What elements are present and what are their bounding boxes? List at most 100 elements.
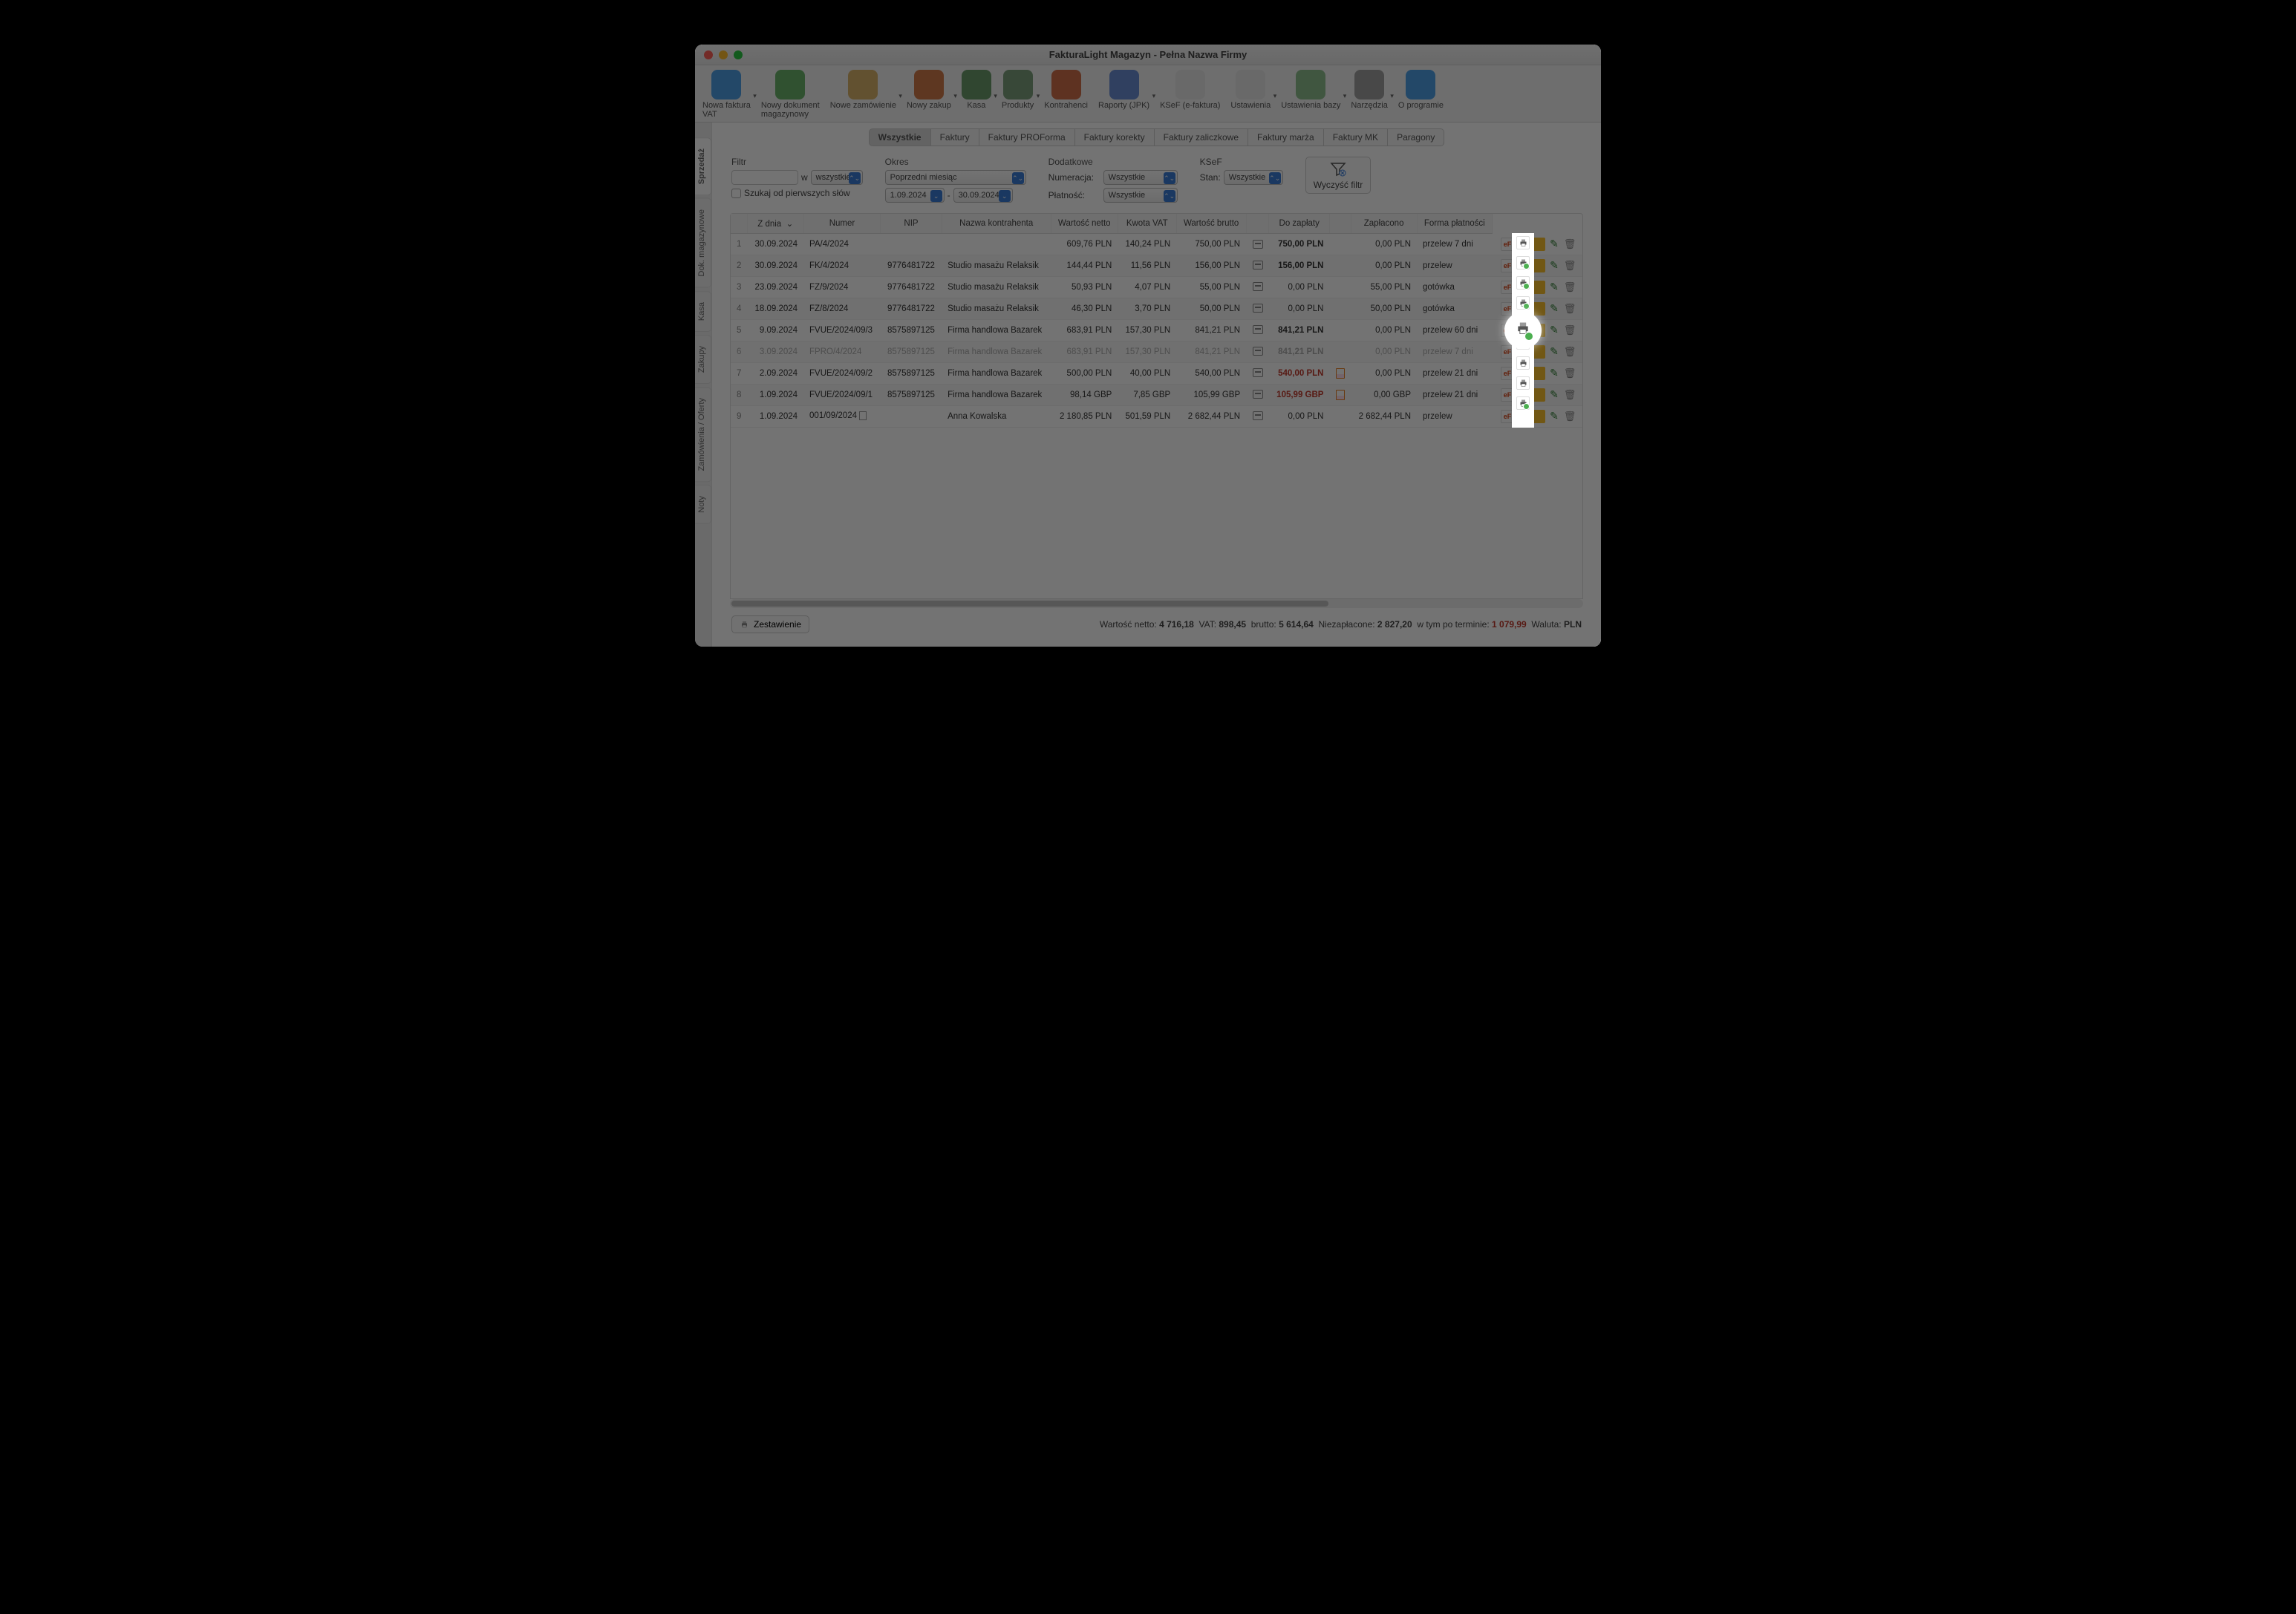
- toolbar-ksef-e-faktura-[interactable]: KSeF (e-faktura): [1160, 70, 1220, 119]
- subtab-wszystkie[interactable]: Wszystkie: [869, 128, 931, 146]
- print-action-icon[interactable]: [1516, 367, 1530, 380]
- col-header[interactable]: Z dnia ⌄: [747, 214, 803, 234]
- ksef-action-icon[interactable]: eF: [1501, 281, 1514, 294]
- subtab-faktury-zaliczkowe[interactable]: Faktury zaliczkowe: [1155, 128, 1248, 146]
- edit-action-icon[interactable]: ✎: [1547, 281, 1561, 294]
- copy-action-icon[interactable]: [1532, 367, 1545, 380]
- numbering-select[interactable]: Wszystkie⌃⌄: [1103, 170, 1178, 185]
- table-row[interactable]: 230.09.2024FK/4/20249776481722Studio mas…: [731, 255, 1582, 276]
- toolbar-nowe-zam-wienie[interactable]: Nowe zamówienie▾: [830, 70, 896, 119]
- payment-icon[interactable]: [1253, 390, 1263, 399]
- print-action-icon[interactable]: [1516, 345, 1530, 359]
- toolbar-nowa-faktura-vat[interactable]: Nowa fakturaVAT▾: [702, 70, 751, 119]
- sidetab-dok-magazynowe[interactable]: Dok. magazynowe: [695, 198, 711, 288]
- ksef-action-icon[interactable]: eF: [1501, 238, 1514, 251]
- col-header[interactable]: Wartość brutto: [1176, 214, 1246, 234]
- delete-action-icon[interactable]: 🗑: [1563, 259, 1576, 272]
- col-header[interactable]: NIP: [881, 214, 942, 234]
- ksef-action-icon[interactable]: eF: [1501, 324, 1514, 337]
- toolbar-kontrahenci[interactable]: Kontrahenci: [1044, 70, 1088, 119]
- subtab-faktury-korekty[interactable]: Faktury korekty: [1075, 128, 1155, 146]
- toolbar-nowy-dokument-magazynowy[interactable]: Nowy dokumentmagazynowy: [761, 70, 820, 119]
- col-header[interactable]: Zapłacono: [1351, 214, 1417, 234]
- payment-icon[interactable]: [1253, 261, 1263, 269]
- sidetab-noty[interactable]: Noty: [695, 485, 711, 524]
- delete-action-icon[interactable]: 🗑: [1563, 302, 1576, 316]
- ksef-action-icon[interactable]: eF: [1501, 410, 1514, 423]
- ksef-action-icon[interactable]: eF: [1501, 345, 1514, 359]
- payment-icon[interactable]: [1253, 347, 1263, 356]
- copy-action-icon[interactable]: [1532, 345, 1545, 359]
- sidetab-kasa[interactable]: Kasa: [695, 291, 711, 332]
- table-row[interactable]: 418.09.2024FZ/8/20249776481722Studio mas…: [731, 298, 1582, 319]
- delete-action-icon[interactable]: 🗑: [1563, 345, 1576, 359]
- toolbar-kasa[interactable]: Kasa▾: [962, 70, 991, 119]
- table-row[interactable]: 72.09.2024FVUE/2024/09/28575897125Firma …: [731, 362, 1582, 384]
- filter-text-input[interactable]: [731, 170, 798, 185]
- col-header[interactable]: [1246, 214, 1269, 234]
- table-row[interactable]: 323.09.2024FZ/9/20249776481722Studio mas…: [731, 276, 1582, 298]
- ksef-action-icon[interactable]: eF: [1501, 388, 1514, 402]
- col-header[interactable]: [1329, 214, 1351, 234]
- col-header[interactable]: Do zapłaty: [1269, 214, 1330, 234]
- print-action-icon[interactable]: [1516, 324, 1530, 337]
- subtab-paragony[interactable]: Paragony: [1388, 128, 1444, 146]
- print-action-icon[interactable]: [1516, 259, 1530, 272]
- ksef-action-icon[interactable]: eF: [1501, 259, 1514, 272]
- edit-action-icon[interactable]: ✎: [1547, 302, 1561, 316]
- toolbar-ustawienia-bazy[interactable]: Ustawienia bazy▾: [1281, 70, 1340, 119]
- sidetab-zam-wienia-oferty[interactable]: Zamówienia / Oferty: [695, 387, 711, 482]
- payment-select[interactable]: Wszystkie⌃⌄: [1103, 188, 1178, 203]
- toolbar-produkty[interactable]: Produkty▾: [1002, 70, 1034, 119]
- col-header[interactable]: Forma płatności: [1417, 214, 1493, 234]
- copy-action-icon[interactable]: [1532, 388, 1545, 402]
- delete-action-icon[interactable]: 🗑: [1563, 281, 1576, 294]
- col-header[interactable]: Numer: [803, 214, 881, 234]
- filter-scope-select[interactable]: wszystkie⌃⌄: [811, 170, 863, 185]
- copy-action-icon[interactable]: [1532, 410, 1545, 423]
- period-select[interactable]: Poprzedni miesiąc⌃⌄: [885, 170, 1026, 185]
- sidetab-sprzeda-[interactable]: Sprzedaż: [695, 137, 711, 195]
- payment-icon[interactable]: [1253, 240, 1263, 249]
- copy-action-icon[interactable]: [1532, 324, 1545, 337]
- edit-action-icon[interactable]: ✎: [1547, 345, 1561, 359]
- search-from-start-checkbox[interactable]: [731, 189, 741, 198]
- clear-filter-button[interactable]: Wyczyść filtr: [1305, 157, 1372, 194]
- ksef-action-icon[interactable]: eF: [1501, 302, 1514, 316]
- table-row[interactable]: 91.09.2024001/09/2024 Anna Kowalska2 180…: [731, 405, 1582, 427]
- edit-action-icon[interactable]: ✎: [1547, 388, 1561, 402]
- col-header[interactable]: Wartość netto: [1051, 214, 1118, 234]
- document-icon[interactable]: [1336, 390, 1345, 400]
- toolbar-narz-dzia[interactable]: Narzędzia▾: [1351, 70, 1388, 119]
- print-action-icon[interactable]: [1516, 302, 1530, 316]
- state-select[interactable]: Wszystkie⌃⌄: [1224, 170, 1283, 185]
- table-row[interactable]: 63.09.2024FPRO/4/20248575897125Firma han…: [731, 341, 1582, 362]
- subtab-faktury-mk[interactable]: Faktury MK: [1324, 128, 1388, 146]
- edit-action-icon[interactable]: ✎: [1547, 410, 1561, 423]
- copy-action-icon[interactable]: [1532, 238, 1545, 251]
- date-to-input[interactable]: 30.09.2024⌄: [953, 188, 1013, 203]
- delete-action-icon[interactable]: 🗑: [1563, 410, 1576, 423]
- print-action-icon[interactable]: [1516, 388, 1530, 402]
- date-from-input[interactable]: 1.09.2024⌄: [885, 188, 945, 203]
- col-header[interactable]: Kwota VAT: [1118, 214, 1176, 234]
- delete-action-icon[interactable]: 🗑: [1563, 238, 1576, 251]
- toolbar-nowy-zakup[interactable]: Nowy zakup▾: [907, 70, 951, 119]
- toolbar-ustawienia[interactable]: Ustawienia▾: [1230, 70, 1271, 119]
- toolbar-raporty-jpk-[interactable]: Raporty (JPK)▾: [1098, 70, 1149, 119]
- edit-action-icon[interactable]: ✎: [1547, 259, 1561, 272]
- document-icon[interactable]: [1336, 368, 1345, 379]
- edit-action-icon[interactable]: ✎: [1547, 367, 1561, 380]
- payment-icon[interactable]: [1253, 304, 1263, 313]
- copy-action-icon[interactable]: [1532, 281, 1545, 294]
- delete-action-icon[interactable]: 🗑: [1563, 324, 1576, 337]
- payment-icon[interactable]: [1253, 282, 1263, 291]
- subtab-faktury-mar-a[interactable]: Faktury marża: [1248, 128, 1324, 146]
- table-row[interactable]: 59.09.2024FVUE/2024/09/38575897125Firma …: [731, 319, 1582, 341]
- subtab-faktury-proforma[interactable]: Faktury PROForma: [979, 128, 1075, 146]
- print-action-icon[interactable]: [1516, 410, 1530, 423]
- toolbar-o-programie[interactable]: O programie: [1398, 70, 1444, 119]
- horizontal-scrollbar[interactable]: [730, 599, 1583, 608]
- table-row[interactable]: 130.09.2024PA/4/2024609,76 PLN140,24 PLN…: [731, 234, 1582, 255]
- table-row[interactable]: 81.09.2024FVUE/2024/09/18575897125Firma …: [731, 384, 1582, 405]
